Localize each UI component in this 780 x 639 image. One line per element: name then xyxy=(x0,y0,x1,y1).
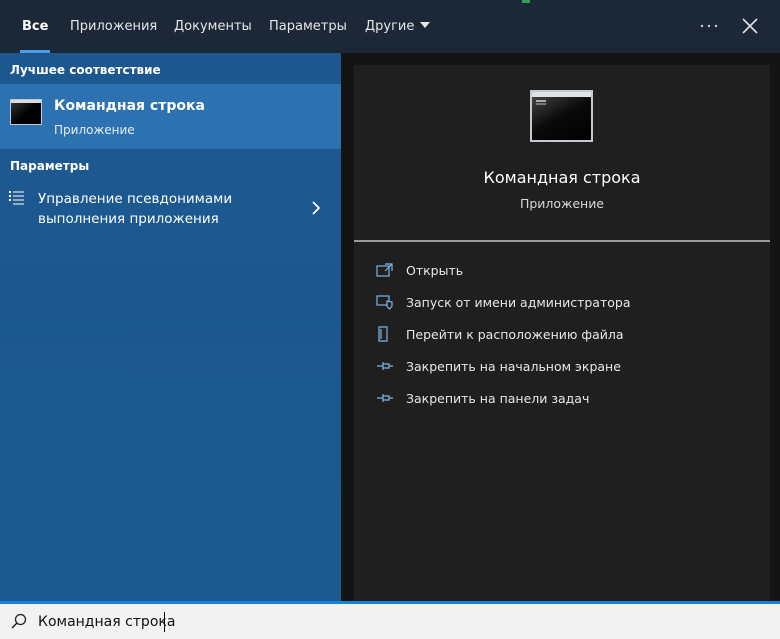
command-prompt-large-icon xyxy=(530,90,593,142)
search-icon xyxy=(11,613,27,629)
settings-heading: Параметры xyxy=(10,159,90,173)
tab-documents[interactable]: Документы xyxy=(174,0,252,53)
action-pin-to-start[interactable]: Закрепить на начальном экране xyxy=(376,356,756,378)
command-prompt-icon xyxy=(10,99,42,125)
action-run-as-admin[interactable]: Запуск от имени администратора xyxy=(376,292,756,314)
action-pin-to-taskbar[interactable]: Закрепить на панели задач xyxy=(376,388,756,410)
admin-shield-icon xyxy=(376,295,393,310)
more-dots-icon xyxy=(700,24,718,28)
text-cursor xyxy=(164,612,165,632)
settings-item-app-aliases[interactable]: Управление псевдонимами выполнения прило… xyxy=(0,183,341,235)
best-match-heading: Лучшее соответствие xyxy=(10,63,161,77)
tab-settings[interactable]: Параметры xyxy=(269,0,347,53)
action-open-label: Открыть xyxy=(406,263,464,278)
preview-title: Командная строка xyxy=(483,168,641,187)
chevron-down-icon xyxy=(420,22,431,28)
results-panel: Лучшее соответствие Командная строка При… xyxy=(0,53,341,601)
close-icon xyxy=(742,18,758,34)
pin-icon xyxy=(377,362,393,370)
best-match-item[interactable]: Командная строка Приложение xyxy=(0,84,341,149)
chevron-right-icon xyxy=(312,201,321,215)
accent-indicator xyxy=(522,0,530,3)
preview-panel: Командная строка Приложение Открыть Запу… xyxy=(354,65,770,601)
settings-item-label: Управление псевдонимами выполнения прило… xyxy=(38,191,233,227)
best-match-title: Командная строка xyxy=(54,98,205,114)
search-tab-bar: Все Приложения Документы Параметры Други… xyxy=(0,0,780,53)
settings-list-icon xyxy=(9,191,24,205)
preview-divider xyxy=(354,240,770,242)
pin-icon xyxy=(377,394,393,402)
open-icon xyxy=(376,263,393,277)
action-run-as-admin-label: Запуск от имени администратора xyxy=(406,295,631,310)
action-open[interactable]: Открыть xyxy=(376,260,756,282)
action-pin-to-taskbar-label: Закрепить на панели задач xyxy=(406,391,590,406)
action-open-file-location[interactable]: Перейти к расположению файла xyxy=(376,324,756,346)
preview-subtitle: Приложение xyxy=(519,196,605,211)
tab-apps[interactable]: Приложения xyxy=(70,0,157,53)
tab-other[interactable]: Другие xyxy=(365,0,431,53)
action-pin-to-start-label: Закрепить на начальном экране xyxy=(406,359,621,374)
file-location-icon xyxy=(378,326,388,342)
more-options-button[interactable] xyxy=(697,14,721,38)
search-bar xyxy=(0,604,780,639)
search-input[interactable] xyxy=(38,610,738,634)
tab-all[interactable]: Все xyxy=(19,0,51,53)
tab-other-label: Другие xyxy=(365,19,415,34)
action-open-file-location-label: Перейти к расположению файла xyxy=(406,327,624,342)
close-button[interactable] xyxy=(738,14,762,38)
best-match-subtitle: Приложение xyxy=(54,123,135,137)
